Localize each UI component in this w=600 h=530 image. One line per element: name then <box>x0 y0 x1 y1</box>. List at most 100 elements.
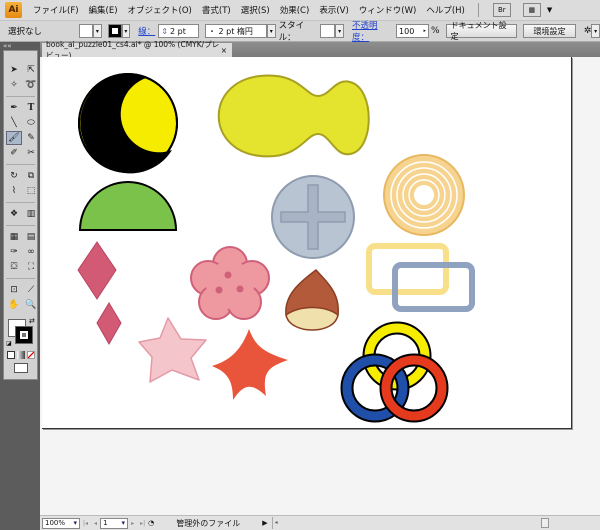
canvas-area[interactable] <box>40 57 600 515</box>
zoom-tool-icon[interactable]: 🔍 <box>23 298 39 312</box>
style-label: スタイル： <box>278 21 305 43</box>
peanut-shape <box>217 74 370 158</box>
interlocking-rings <box>340 321 449 423</box>
lasso-tool-icon[interactable]: ➰ <box>23 78 39 92</box>
zoom-level-select[interactable]: 100% ▾ <box>42 517 80 529</box>
document-tab-bar: book_ai_puzzle01_cs4.ai* @ 100% (CMYK/プレ… <box>40 40 600 60</box>
menu-type[interactable]: 書式(T) <box>197 4 236 16</box>
style-swatch[interactable] <box>319 24 336 38</box>
eyedropper-tool-icon[interactable]: ✑ <box>6 245 22 259</box>
menu-select[interactable]: 選択(S) <box>236 4 275 16</box>
selection-tool-icon[interactable]: ➤ <box>6 63 22 77</box>
document-setup-button[interactable]: ドキュメント設定 <box>445 21 518 41</box>
blob-brush-tool-icon[interactable]: ✐ <box>6 146 22 160</box>
line-tool-icon[interactable]: ╲ <box>6 116 22 130</box>
pen-tool-icon[interactable]: ✒ <box>6 101 22 115</box>
page-select[interactable]: 1 ▾ <box>100 517 129 529</box>
menu-bar: Ai ファイル(F) 編集(E) オブジェクト(O) 書式(T) 選択(S) 効… <box>0 0 600 21</box>
symbol-sprayer-tool-icon[interactable]: ❖ <box>6 207 22 221</box>
default-colors-icon[interactable]: ◪ <box>6 340 12 347</box>
stroke-color-swatch[interactable] <box>15 326 33 344</box>
artwork <box>77 73 475 423</box>
stroke-label[interactable]: 線： <box>138 25 155 37</box>
status-info[interactable]: 管理外のファイル <box>158 518 258 529</box>
document-tab[interactable]: book_ai_puzzle01_cs4.ai* @ 100% (CMYK/プレ… <box>42 40 232 60</box>
profile-dropdown[interactable]: ▾ <box>266 24 276 38</box>
live-paint-selection-tool-icon[interactable]: ⛶ <box>23 260 39 274</box>
next-page-icon[interactable]: ▸ <box>131 520 134 527</box>
scissors-tool-icon[interactable]: ✂ <box>23 146 39 160</box>
menu-window[interactable]: ウィンドウ(W) <box>354 4 422 16</box>
fill-dropdown[interactable]: ▾ <box>93 24 102 38</box>
type-tool-icon[interactable]: T <box>23 101 39 115</box>
warp-tool-icon[interactable]: ⌇ <box>6 184 22 198</box>
magic-wand-tool-icon[interactable]: ✧ <box>6 78 22 92</box>
menu-effect[interactable]: 効果(C) <box>275 4 315 16</box>
menu-edit[interactable]: 編集(E) <box>84 4 123 16</box>
menu-help[interactable]: ヘルプ(H) <box>421 4 470 16</box>
prev-page-icon[interactable]: ◂ <box>94 520 97 527</box>
swap-colors-icon[interactable]: ⇄ <box>29 317 35 325</box>
close-tab-icon[interactable]: × <box>221 46 227 55</box>
last-page-icon[interactable]: ▸| <box>140 520 145 527</box>
moon-circle <box>78 73 178 174</box>
zoom-level-value: 100% <box>45 519 66 527</box>
selection-tool-options-icon[interactable]: ✲ <box>584 26 592 36</box>
large-diamond <box>77 241 117 300</box>
free-transform-tool-icon[interactable]: ⬚ <box>23 184 39 198</box>
preferences-button[interactable]: 環境設定 <box>523 24 576 38</box>
menu-file[interactable]: ファイル(F) <box>28 4 84 16</box>
stroke-weight-input[interactable]: ⇕ 2 pt <box>158 24 199 38</box>
status-menu-icon[interactable]: ▶ <box>262 519 267 527</box>
red-star-flower <box>212 329 288 400</box>
chevron-down-icon[interactable]: ▼ <box>547 6 552 14</box>
app-logo: Ai <box>5 2 22 18</box>
opacity-input[interactable]: 100 ▸ <box>396 24 430 38</box>
fill-swatch[interactable] <box>79 24 94 38</box>
live-paint-bucket-tool-icon[interactable]: ⛋ <box>6 260 22 274</box>
menu-view[interactable]: 表示(V) <box>314 4 353 16</box>
first-page-icon[interactable]: |◂ <box>83 520 88 527</box>
graph-tool-icon[interactable]: ▥ <box>23 207 39 221</box>
blend-tool-icon[interactable]: ∞ <box>23 245 39 259</box>
color-mode-icon[interactable] <box>7 351 15 359</box>
version-cue-icon[interactable]: ◔ <box>148 519 154 527</box>
bridge-button[interactable]: Br <box>492 3 511 17</box>
plum-flower-button <box>190 246 270 320</box>
arrange-documents-button[interactable]: ▦ <box>522 3 541 17</box>
rotate-tool-icon[interactable]: ↻ <box>6 169 22 183</box>
scale-tool-icon[interactable]: ⧉ <box>23 169 39 183</box>
stroke-swatch[interactable] <box>107 24 122 38</box>
artboard[interactable] <box>42 57 572 429</box>
artboard-tool-icon[interactable]: ⊡ <box>6 283 22 297</box>
percent-label: % <box>431 26 440 36</box>
opacity-label[interactable]: 不透明度： <box>352 19 393 43</box>
direct-selection-tool-icon[interactable]: ⇱ <box>23 63 39 77</box>
pencil-tool-icon[interactable]: ✎ <box>23 131 39 145</box>
style-dropdown[interactable]: ▾ <box>335 24 345 38</box>
slice-tool-icon[interactable]: ⟋ <box>23 283 39 297</box>
none-mode-icon[interactable] <box>27 351 35 359</box>
stroke-weight-value: 2 pt <box>170 26 186 36</box>
screen-mode-icon[interactable] <box>14 363 28 373</box>
semicircle <box>78 181 178 231</box>
target-rings <box>383 154 465 236</box>
menu-object[interactable]: オブジェクト(O) <box>123 4 197 16</box>
options-dropdown[interactable]: ▾ <box>591 24 600 38</box>
status-bar: 100% ▾ |◂ ◂ 1 ▾ ▸ ▸| ◔ 管理外のファイル ▶ ◂ <box>40 515 600 530</box>
hand-tool-icon[interactable]: ✋ <box>6 298 22 312</box>
gradient-tool-icon[interactable]: ▤ <box>23 230 39 244</box>
mesh-tool-icon[interactable]: ▦ <box>6 230 22 244</box>
collapse-panel-icon[interactable]: «« <box>3 42 12 50</box>
ellipse-tool-icon[interactable]: ⬭ <box>23 116 39 130</box>
scroll-thumb[interactable] <box>540 518 549 528</box>
variable-width-profile[interactable]: ・ 2 pt 楕円 <box>205 24 267 38</box>
opacity-value: 100 <box>399 26 415 36</box>
horizontal-scrollbar[interactable]: ◂ <box>271 517 600 529</box>
paintbrush-tool-icon[interactable]: 🖌 <box>6 131 22 145</box>
gradient-mode-icon[interactable] <box>17 351 25 359</box>
stroke-dropdown[interactable]: ▾ <box>121 24 131 38</box>
tools-panel: «« ➤ ⇱ ✧ ➰ ✒ T ╲ ⬭ 🖌 ✎ ✐ ✂ ↻ ⧉ ⌇ ⬚ ❖ ▥ ▦… <box>0 42 40 530</box>
divider <box>477 3 479 17</box>
cross-button <box>271 175 355 259</box>
